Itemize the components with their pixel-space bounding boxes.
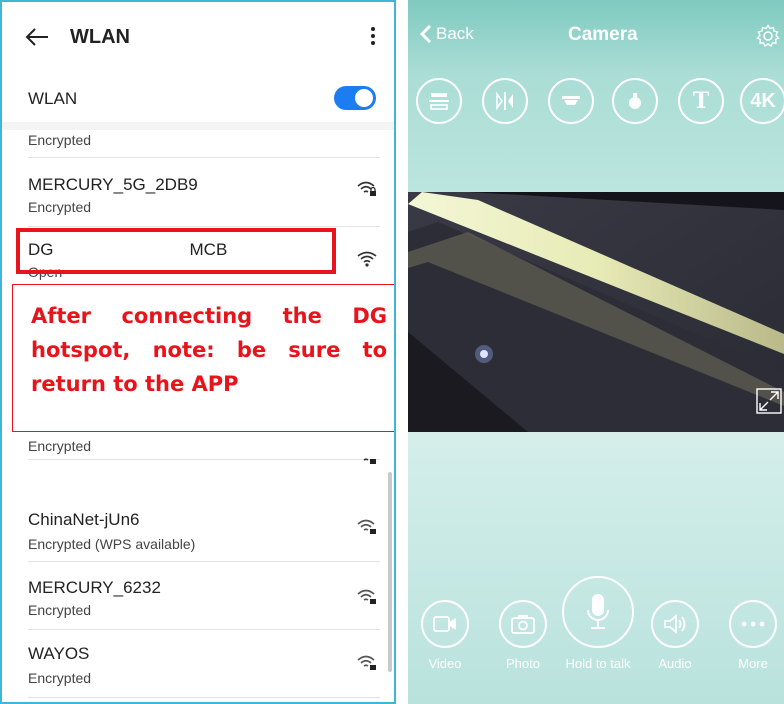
wlan-toggle-label: WLAN [28, 89, 78, 108]
chevron-left-icon [420, 25, 432, 43]
video-camera-icon [433, 616, 456, 632]
wlan-toggle-row: WLAN [2, 74, 394, 122]
back-arrow-icon[interactable] [24, 24, 50, 50]
flip-horizontal-button[interactable] [416, 78, 462, 124]
flip-horizontal-icon [429, 93, 449, 110]
wlan-toggle-switch[interactable] [334, 86, 376, 110]
toggle-knob [355, 89, 373, 107]
network-item[interactable]: MERCURY_6232 Encrypted [28, 562, 380, 630]
ceiling-mount-icon [562, 96, 580, 105]
network-item[interactable]: WAYOS Encrypted [28, 630, 380, 698]
hold-to-talk-control[interactable]: Hold to talk [558, 576, 638, 671]
wlan-header: WLAN [2, 2, 394, 72]
back-label: Back [436, 24, 474, 43]
wifi-locked-icon [357, 589, 376, 604]
wlan-settings-panel: WLAN WLAN Encrypted MERCURY_5G_2DB9 Encr… [0, 0, 396, 704]
photo-label: Photo [506, 656, 540, 671]
gear-icon[interactable] [756, 24, 780, 48]
back-button[interactable]: Back [420, 24, 474, 44]
audio-label: Audio [658, 656, 692, 671]
network-status: Encrypted [28, 602, 92, 618]
section-divider [2, 122, 394, 130]
network-item[interactable]: Encrypted [28, 432, 380, 460]
microphone-icon [587, 594, 609, 629]
text-t-icon: T [692, 88, 710, 114]
instruction-callout: After connecting the DG hotspot, note: b… [12, 284, 394, 432]
fullscreen-icon[interactable] [756, 388, 782, 414]
photo-control[interactable]: Photo [496, 600, 550, 671]
wifi-locked-icon [357, 181, 376, 196]
network-status: Encrypted [28, 438, 92, 454]
hold-to-talk-label: Hold to talk [565, 656, 631, 671]
camera-icon [511, 615, 535, 634]
network-status: Encrypted (WPS available) [28, 536, 196, 552]
more-dots-icon [741, 621, 765, 627]
network-status: Encrypted [28, 670, 92, 686]
mirror-button[interactable] [482, 78, 528, 124]
video-label: Video [428, 656, 462, 671]
light-button[interactable] [612, 78, 658, 124]
more-control[interactable]: More [726, 600, 780, 671]
camera-live-view[interactable] [408, 192, 784, 432]
network-item[interactable]: MERCURY_5G_2DB9 Encrypted [28, 159, 380, 227]
video-button[interactable] [421, 600, 469, 648]
instruction-text: After connecting the DG hotspot, note: b… [31, 304, 387, 396]
network-status: Encrypted [28, 132, 92, 148]
scrollbar[interactable] [388, 472, 392, 672]
mirror-icon [496, 91, 513, 111]
more-label: More [738, 656, 768, 671]
wifi-locked-icon [357, 655, 376, 670]
resolution-4k-button[interactable]: 4K [740, 78, 784, 124]
camera-top-bar: Back Camera [408, 0, 784, 70]
camera-toolbar: T 4K [408, 78, 784, 126]
hold-to-talk-button[interactable] [562, 576, 634, 648]
wifi-open-icon [357, 251, 377, 267]
more-options-icon[interactable] [366, 24, 380, 52]
page-title: Camera [568, 24, 638, 45]
photo-button[interactable] [499, 600, 547, 648]
ceiling-mount-button[interactable] [548, 78, 594, 124]
speaker-icon [664, 614, 686, 634]
highlight-box-dg-hotspot [16, 228, 336, 274]
audio-button[interactable] [651, 600, 699, 648]
network-name: ChinaNet-jUn6 [28, 510, 140, 529]
network-item[interactable]: ChinaNet-jUn6 Encrypted (WPS available) [28, 492, 380, 562]
network-status: Encrypted [28, 199, 92, 215]
text-t-button[interactable]: T [678, 78, 724, 124]
camera-feed-image [408, 192, 784, 432]
resolution-4k-icon: 4K [750, 89, 776, 112]
video-control[interactable]: Video [420, 600, 470, 671]
camera-panel: Back Camera T 4K Video Photo Hold to tal… [408, 0, 784, 704]
audio-control[interactable]: Audio [648, 600, 702, 671]
network-name: WAYOS [28, 644, 90, 663]
page-title: WLAN [70, 26, 130, 48]
more-button[interactable] [729, 600, 777, 648]
network-item[interactable]: Encrypted [28, 130, 380, 158]
light-icon [629, 93, 641, 109]
wifi-locked-icon [357, 519, 376, 534]
network-name: MERCURY_5G_2DB9 [28, 175, 198, 194]
network-name: MERCURY_6232 [28, 578, 161, 597]
wifi-locked-icon [363, 458, 376, 464]
